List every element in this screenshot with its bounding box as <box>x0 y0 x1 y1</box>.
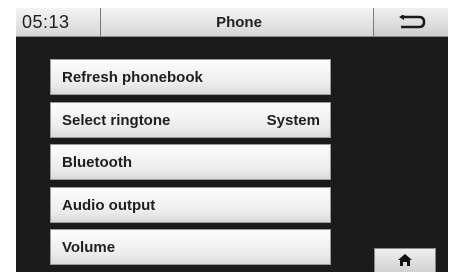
select-ringtone-button[interactable]: Select ringtone System <box>50 102 331 138</box>
menu-item-label: Refresh phonebook <box>62 68 203 86</box>
home-icon <box>398 254 412 266</box>
ringtone-value: System <box>266 111 320 129</box>
top-bar: 05:13 Phone <box>16 8 448 37</box>
back-arrow-icon <box>399 15 426 29</box>
menu-item-label: Bluetooth <box>62 153 132 171</box>
volume-button[interactable]: Volume <box>50 229 331 265</box>
home-button[interactable] <box>374 248 436 272</box>
refresh-phonebook-button[interactable]: Refresh phonebook <box>50 59 331 95</box>
back-button[interactable] <box>374 8 448 36</box>
menu-item-label: Volume <box>62 238 116 256</box>
page-title: Phone <box>216 14 262 31</box>
bluetooth-button[interactable]: Bluetooth <box>50 144 331 180</box>
divider <box>100 8 101 36</box>
head-unit-screen: 05:13 Phone Refresh phonebook Select rin… <box>16 8 448 272</box>
audio-output-button[interactable]: Audio output <box>50 187 331 223</box>
menu-item-label: Select ringtone <box>62 111 171 129</box>
menu-item-label: Audio output <box>62 196 156 214</box>
clock: 05:13 <box>22 12 70 32</box>
